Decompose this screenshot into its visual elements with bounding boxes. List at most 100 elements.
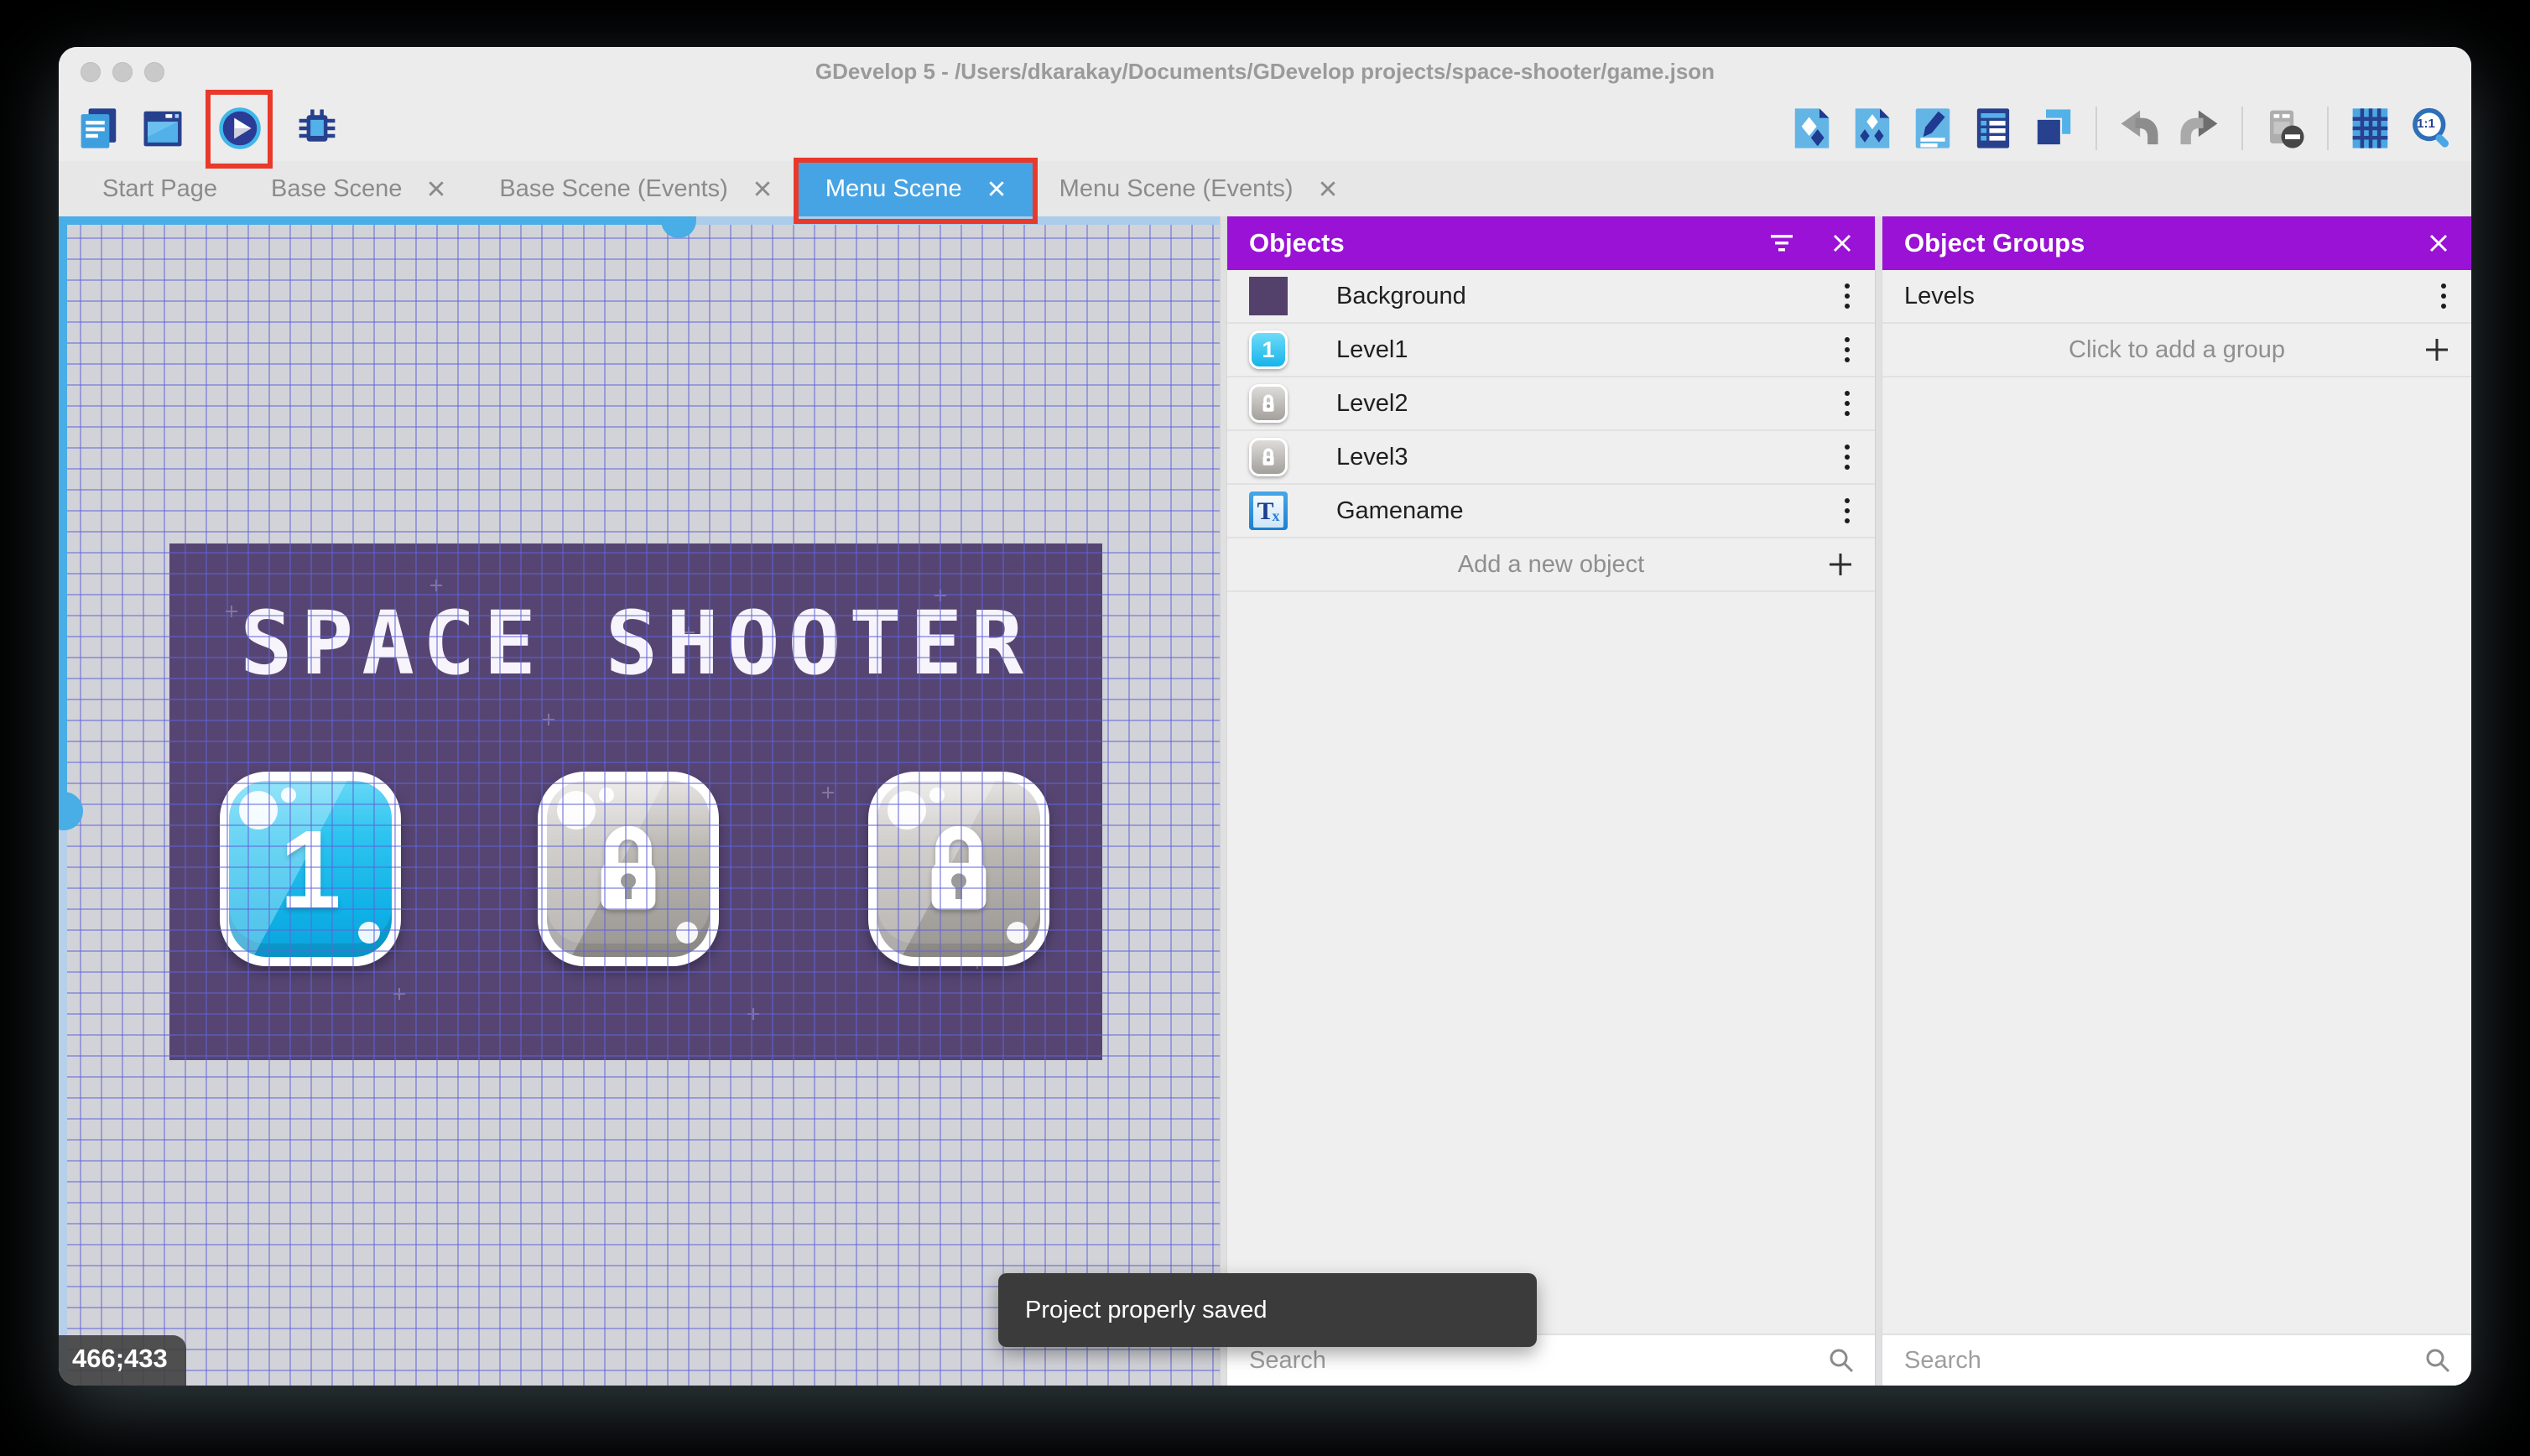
objects-panel: Objects Background 1 Level1 Level2 Level… — [1227, 216, 1875, 1386]
tab-base-scene[interactable]: Base Scene — [244, 161, 472, 216]
object-groups-panel-title: Object Groups — [1904, 228, 2085, 257]
horizontal-scrollbar-track[interactable] — [690, 216, 1220, 225]
properties-panel-icon[interactable] — [1909, 105, 1956, 152]
project-manager-icon[interactable] — [75, 105, 122, 152]
tab-label: Base Scene (Events) — [499, 174, 728, 202]
close-tab-icon[interactable] — [987, 179, 1006, 198]
add-group-button[interactable]: Click to add a group — [1882, 324, 2471, 377]
search-icon — [2426, 1349, 2450, 1373]
lock-icon — [877, 781, 1040, 957]
object-row-level3[interactable]: Level3 — [1227, 431, 1875, 485]
show-objects-panel-icon[interactable] — [1788, 105, 1835, 152]
tab-label: Start Page — [102, 174, 218, 202]
search-icon — [1830, 1349, 1854, 1373]
group-menu-icon[interactable] — [2438, 280, 2449, 312]
scene-editor-icon[interactable] — [139, 105, 186, 152]
groups-search-input[interactable] — [1903, 1345, 2424, 1375]
add-group-label: Click to add a group — [2069, 335, 2285, 363]
add-new-object-button[interactable]: Add a new object — [1227, 538, 1875, 592]
close-tab-icon[interactable] — [427, 179, 445, 198]
object-row-background[interactable]: Background — [1227, 270, 1875, 324]
horizontal-scrollbar[interactable] — [59, 216, 690, 225]
horizontal-scrollbar-thumb[interactable] — [661, 216, 696, 238]
object-name: Gamename — [1336, 497, 1464, 524]
level3-button-object[interactable] — [868, 772, 1049, 966]
tab-menu-scene-events[interactable]: Menu Scene (Events) — [1033, 161, 1364, 216]
toolbar-left-group — [75, 90, 341, 169]
toggle-grid-icon[interactable] — [2347, 105, 2394, 152]
close-tab-icon[interactable] — [1319, 179, 1337, 198]
object-name: Level1 — [1336, 335, 1408, 363]
object-menu-icon[interactable] — [1841, 441, 1853, 473]
cursor-coordinates-badge: 466;433 — [59, 1335, 186, 1386]
minimize-window-button[interactable] — [112, 62, 133, 82]
object-row-gamename[interactable]: Tx Gamename — [1227, 485, 1875, 538]
play-icon[interactable] — [216, 105, 263, 152]
play-button-annotation — [206, 90, 273, 169]
toggle-mask-icon[interactable] — [2262, 105, 2309, 152]
plus-icon[interactable] — [1826, 550, 1855, 579]
level1-button-object[interactable]: 1 — [220, 772, 401, 966]
object-row-level2[interactable]: Level2 — [1227, 377, 1875, 431]
content-area: SPACE SHOOTER 1 466;433 Objects Backgrou… — [59, 216, 2471, 1386]
objects-search-input[interactable] — [1247, 1345, 1828, 1375]
main-toolbar: 1:1 — [59, 90, 2471, 169]
scene-canvas[interactable]: SPACE SHOOTER 1 466;433 — [59, 216, 1220, 1386]
instances-list-icon[interactable] — [1970, 105, 2017, 152]
tab-menu-scene[interactable]: Menu Scene — [793, 158, 1038, 224]
gamename-text-object-icon: Tx — [1249, 491, 1288, 530]
toolbar-separator — [2095, 107, 2097, 150]
tab-label: Menu Scene — [825, 174, 962, 202]
save-toast: Project properly saved — [998, 1273, 1537, 1347]
objects-panel-title: Objects — [1249, 228, 1345, 257]
object-menu-icon[interactable] — [1841, 495, 1853, 527]
add-new-object-label: Add a new object — [1457, 550, 1645, 578]
app-window: GDevelop 5 - /Users/dkarakay/Documents/G… — [59, 47, 2471, 1386]
close-panel-icon[interactable] — [1831, 232, 1853, 254]
object-groups-panel-header: Object Groups — [1882, 216, 2471, 270]
objects-panel-header: Objects — [1227, 216, 1875, 270]
level1-object-icon: 1 — [1249, 330, 1288, 369]
title-bar: GDevelop 5 - /Users/dkarakay/Documents/G… — [59, 47, 2471, 96]
groups-search-bar — [1882, 1334, 2471, 1386]
lock-icon — [547, 781, 710, 957]
level1-number: 1 — [279, 807, 341, 931]
zoom-window-button[interactable] — [144, 62, 164, 82]
vertical-scrollbar[interactable] — [59, 216, 67, 810]
tab-bar: Start Page Base Scene Base Scene (Events… — [59, 158, 2471, 224]
level2-object-icon — [1249, 384, 1288, 423]
group-name: Levels — [1904, 282, 1975, 309]
tab-base-scene-events[interactable]: Base Scene (Events) — [472, 161, 798, 216]
object-menu-icon[interactable] — [1841, 334, 1853, 366]
toolbar-separator — [2327, 107, 2329, 150]
group-row-levels[interactable]: Levels — [1882, 270, 2471, 324]
close-panel-icon[interactable] — [2428, 232, 2449, 254]
vertical-scrollbar-track[interactable] — [59, 810, 67, 1386]
object-row-level1[interactable]: 1 Level1 — [1227, 324, 1875, 377]
tab-label: Base Scene — [271, 174, 403, 202]
zoom-1-1-icon[interactable]: 1:1 — [2408, 105, 2455, 152]
vertical-scrollbar-thumb[interactable] — [59, 792, 83, 830]
object-menu-icon[interactable] — [1841, 280, 1853, 312]
panel-resize-handle[interactable] — [1220, 216, 1227, 1386]
window-title: GDevelop 5 - /Users/dkarakay/Documents/G… — [815, 58, 1715, 84]
background-object-icon — [1249, 277, 1288, 315]
scene-background-object[interactable]: SPACE SHOOTER 1 — [169, 543, 1102, 1060]
tab-label: Menu Scene (Events) — [1059, 174, 1294, 202]
layers-panel-icon[interactable] — [2030, 105, 2077, 152]
filter-icon[interactable] — [1769, 234, 1794, 252]
undo-icon[interactable] — [2116, 105, 2163, 152]
plus-icon[interactable] — [2423, 335, 2451, 364]
object-name: Level3 — [1336, 443, 1408, 471]
show-object-groups-panel-icon[interactable] — [1849, 105, 1896, 152]
close-window-button[interactable] — [81, 62, 101, 82]
scene-title-text-object[interactable]: SPACE SHOOTER — [169, 592, 1102, 694]
redo-icon[interactable] — [2176, 105, 2223, 152]
object-name: Background — [1336, 282, 1466, 309]
panel-resize-handle[interactable] — [1875, 216, 1882, 1386]
tab-start-page[interactable]: Start Page — [75, 161, 244, 216]
debug-icon[interactable] — [294, 105, 341, 152]
object-menu-icon[interactable] — [1841, 387, 1853, 419]
close-tab-icon[interactable] — [753, 179, 772, 198]
level2-button-object[interactable] — [538, 772, 719, 966]
